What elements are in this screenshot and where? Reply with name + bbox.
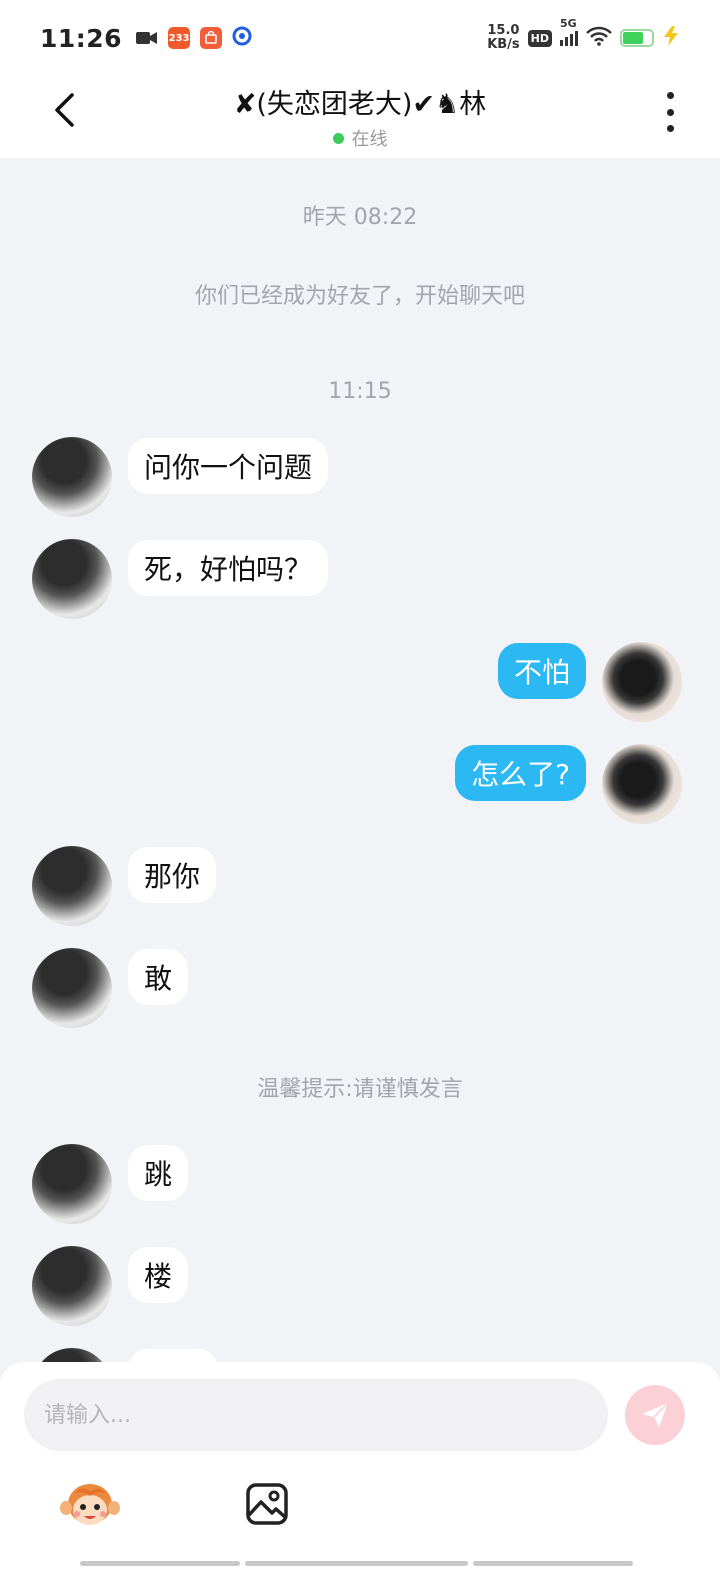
more-vertical-icon-dot — [666, 108, 674, 116]
message-row-sent: 怎么了? — [0, 744, 720, 824]
battery-icon — [620, 29, 654, 47]
status-right: 15.0 KB/s HD 5G — [487, 17, 680, 52]
message-bubble-received[interactable]: 死，好怕吗？ — [128, 540, 329, 596]
message-bubble-received[interactable]: 跳 — [128, 1145, 189, 1201]
contact-avatar[interactable] — [32, 539, 112, 619]
message-input[interactable] — [24, 1379, 608, 1451]
image-button[interactable] — [245, 1482, 289, 1526]
contact-avatar[interactable] — [32, 948, 112, 1028]
system-timestamp: 11:15 — [328, 379, 392, 404]
status-bar: 11:26 233 15.0 KB/s HD 5G — [0, 0, 720, 76]
message-bubble-received[interactable]: 楼 — [128, 1247, 189, 1303]
online-status: 在线 — [0, 125, 720, 151]
message-bubble-received[interactable]: 敢 — [128, 949, 189, 1005]
message-bubble-sent[interactable]: 怎么了? — [455, 745, 586, 801]
message-bubble-sent[interactable]: 不怕 — [497, 643, 586, 699]
gesture-segment — [245, 1561, 468, 1566]
net-speed: 15.0 KB/s — [487, 24, 519, 52]
message-row-received: 那你 — [0, 846, 720, 926]
network-type-label: 5G — [560, 16, 577, 30]
net-speed-unit: KB/s — [487, 37, 520, 52]
self-avatar[interactable] — [602, 642, 682, 722]
more-vertical-icon-dot — [666, 125, 674, 132]
message-row-received: 跳 — [0, 1144, 720, 1224]
message-row-received: 死，好怕吗？ — [0, 539, 720, 619]
chat-header: ✘(失恋团老大)✔♞林 在线 — [0, 76, 720, 158]
wifi-icon — [586, 24, 612, 52]
title-area: ✘(失恋团老大)✔♞林 在线 — [0, 82, 720, 151]
contact-avatar[interactable] — [32, 1246, 112, 1326]
paper-plane-icon — [642, 1402, 669, 1427]
status-left: 11:26 233 — [40, 24, 252, 53]
warning-notice: 温馨提示:请谨慎发言 — [257, 1077, 463, 1102]
chat-message-list[interactable]: 昨天 08:22 你们已经成为好友了，开始聊天吧 11:15 问你一个问题 死，… — [0, 158, 720, 1368]
message-row-sent: 不怕 — [0, 642, 720, 722]
online-dot — [332, 132, 344, 144]
charging-icon — [662, 24, 680, 52]
gesture-segment — [473, 1561, 633, 1566]
message-bubble-received[interactable]: 问你一个问题 — [128, 438, 329, 494]
self-avatar[interactable] — [602, 744, 682, 824]
contact-avatar[interactable] — [32, 437, 112, 517]
app-233-icon: 233 — [168, 27, 191, 49]
net-speed-value: 15.0 — [487, 23, 520, 38]
monkey-emoji-icon — [60, 1484, 120, 1525]
emoji-button[interactable] — [60, 1480, 120, 1532]
video-camera-icon — [136, 24, 158, 52]
more-options-button[interactable] — [658, 92, 682, 132]
message-row-received: 楼 — [0, 1246, 720, 1326]
browser-app-icon — [232, 24, 252, 52]
send-button[interactable] — [625, 1385, 685, 1445]
message-row-received: 问你一个问题 — [0, 437, 720, 517]
gesture-bar — [0, 1561, 720, 1567]
signal-icon: 5G — [560, 17, 578, 46]
friend-added-notice: 你们已经成为好友了，开始聊天吧 — [194, 284, 525, 309]
contact-avatar[interactable] — [32, 846, 112, 926]
message-row-received: 敢 — [0, 948, 720, 1028]
online-status-label: 在线 — [351, 129, 388, 150]
message-bubble-received[interactable]: 那你 — [128, 847, 217, 903]
status-time: 11:26 — [40, 23, 123, 53]
more-vertical-icon-dot — [666, 92, 674, 99]
hd-badge: HD — [527, 29, 552, 47]
gesture-segment — [80, 1561, 240, 1566]
input-bar — [0, 1362, 720, 1584]
contact-name: ✘(失恋团老大)✔♞林 — [233, 89, 487, 120]
system-timestamp: 昨天 08:22 — [302, 205, 418, 230]
contact-avatar[interactable] — [32, 1144, 112, 1224]
shopping-app-icon — [200, 27, 223, 49]
image-icon — [246, 1483, 288, 1525]
